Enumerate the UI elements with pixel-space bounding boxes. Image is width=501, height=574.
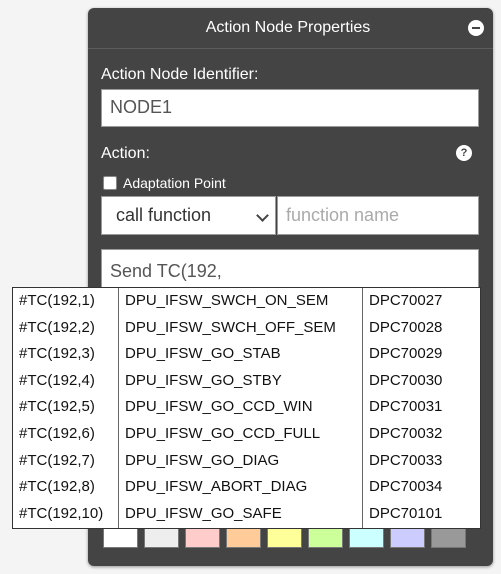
id-cell: DPC70101 xyxy=(369,504,443,522)
color-swatch[interactable] xyxy=(308,528,343,548)
dropdown-row[interactable]: #TC(192,1) DPU_IFSW_SWCH_ON_SEM DPC70027 xyxy=(13,288,480,315)
tc-cell: #TC(192,8) xyxy=(19,478,95,496)
name-cell: DPU_IFSW_GO_STBY xyxy=(125,371,282,389)
help-icon[interactable]: ? xyxy=(456,145,472,161)
dropdown-row[interactable]: #TC(192,6) DPU_IFSW_GO_CCD_FULL DPC70032 xyxy=(13,421,480,448)
panel-title: Action Node Properties xyxy=(205,19,371,36)
color-swatch[interactable] xyxy=(185,528,220,548)
minimize-icon[interactable] xyxy=(468,20,484,36)
dropdown-row[interactable]: #TC(192,3) DPU_IFSW_GO_STAB DPC70029 xyxy=(13,341,480,368)
tc-cell: #TC(192,1) xyxy=(19,292,95,309)
chevron-down-icon xyxy=(256,209,269,222)
tc-cell: #TC(192,2) xyxy=(19,318,95,336)
dropdown-row[interactable]: #TC(192,7) DPU_IFSW_GO_DIAG DPC70033 xyxy=(13,448,480,475)
color-swatch[interactable] xyxy=(144,528,179,548)
color-swatch[interactable] xyxy=(349,528,384,548)
dropdown-row[interactable]: #TC(192,4) DPU_IFSW_GO_STBY DPC70030 xyxy=(13,368,480,395)
name-cell: DPU_IFSW_SWCH_ON_SEM xyxy=(125,292,329,309)
id-cell: DPC70028 xyxy=(369,318,443,336)
name-cell: DPU_IFSW_GO_DIAG xyxy=(125,451,280,469)
action-label: Action: xyxy=(101,145,150,162)
id-cell: DPC70032 xyxy=(369,425,443,442)
dropdown-row[interactable]: #TC(192,5) DPU_IFSW_GO_CCD_WIN DPC70031 xyxy=(13,394,480,421)
action-text-line: Send TC(192, xyxy=(110,261,222,281)
call-type-select[interactable]: call function xyxy=(101,196,276,235)
autocomplete-dropdown: #TC(192,1) DPU_IFSW_SWCH_ON_SEM DPC70027 #T… xyxy=(12,287,481,529)
color-swatch[interactable] xyxy=(390,528,425,548)
color-swatch[interactable] xyxy=(431,528,466,548)
id-cell: DPC70029 xyxy=(369,345,443,363)
id-cell: DPC70031 xyxy=(369,398,443,416)
adaptation-point-checkbox[interactable] xyxy=(103,176,117,190)
identifier-label: Action Node Identifier: xyxy=(101,66,259,83)
tc-cell: #TC(192,3) xyxy=(19,345,95,363)
name-cell: DPU_IFSW_SWCH_OFF_SEM xyxy=(125,318,336,336)
color-swatch[interactable] xyxy=(267,528,302,548)
name-cell: DPU_IFSW_GO_STAB xyxy=(125,345,281,363)
name-cell: DPU_IFSW_GO_SAFE xyxy=(125,504,282,522)
dropdown-row[interactable]: #TC(192,2) DPU_IFSW_SWCH_OFF_SEM DPC70028 xyxy=(13,315,480,342)
name-cell: DPU_IFSW_GO_CCD_WIN xyxy=(125,398,313,416)
tc-cell: #TC(192,6) xyxy=(19,425,95,442)
tc-cell: #TC(192,7) xyxy=(19,451,95,469)
color-swatch[interactable] xyxy=(226,528,261,548)
dropdown-row[interactable]: #TC(192,10) DPU_IFSW_GO_SAFE DPC70101 xyxy=(13,501,480,528)
dropdown-row[interactable]: #TC(192,8) DPU_IFSW_ABORT_DIAG DPC70034 xyxy=(13,474,480,501)
tc-cell: #TC(192,5) xyxy=(19,398,95,416)
call-type-value: call function xyxy=(116,205,212,225)
id-cell: DPC70030 xyxy=(369,371,443,389)
panel-titlebar: Action Node Properties xyxy=(88,8,493,49)
id-cell: DPC70027 xyxy=(369,292,443,309)
color-swatch[interactable] xyxy=(103,528,138,548)
tc-cell: #TC(192,10) xyxy=(19,504,104,522)
name-cell: DPU_IFSW_ABORT_DIAG xyxy=(125,478,308,496)
function-name-input[interactable]: function name xyxy=(277,196,479,235)
identifier-input[interactable]: NODE1 xyxy=(101,89,479,127)
name-cell: DPU_IFSW_GO_CCD_FULL xyxy=(125,425,321,442)
tc-cell: #TC(192,4) xyxy=(19,371,95,389)
adaptation-point-label: Adaptation Point xyxy=(123,175,226,191)
id-cell: DPC70033 xyxy=(369,451,443,469)
id-cell: DPC70034 xyxy=(369,478,443,496)
